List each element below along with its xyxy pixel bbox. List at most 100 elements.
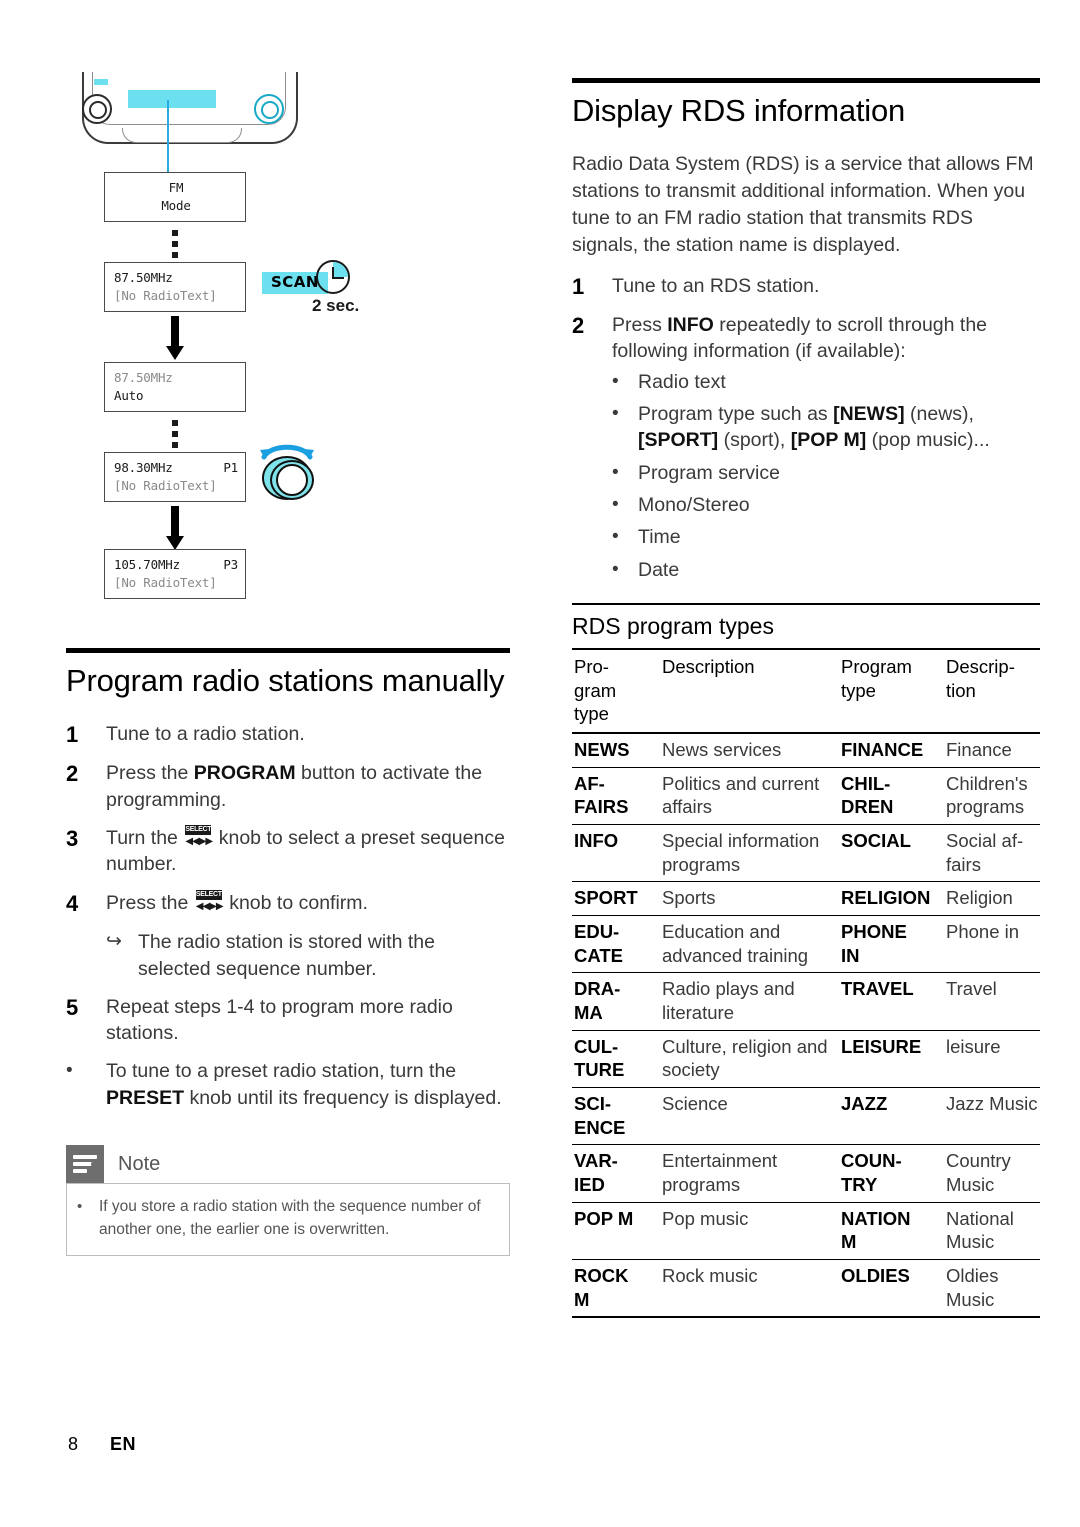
rds-bullet-run: Program service — [638, 461, 780, 484]
device-right-knob — [254, 94, 284, 124]
knob-inner-cap — [276, 464, 308, 496]
flow-arrow-1 — [166, 316, 184, 360]
note-label: Note — [118, 1152, 161, 1175]
program-type-description: News services — [660, 732, 839, 768]
table-row: VAR- IED Entertainment programs COUN- TRY C… — [572, 1144, 1040, 1203]
table-row: INFO Special information programs SOCIAL So… — [572, 824, 1040, 883]
rds-intro-paragraph: Radio Data System (RDS) is a service tha… — [572, 152, 1034, 256]
program-type-description: Travel — [944, 972, 1040, 1031]
rds-step-2-number: 2 — [572, 313, 585, 339]
note-body: • If you store a radio station with the … — [66, 1183, 510, 1257]
table-row: SPORT Sports RELIGION Religion — [572, 881, 1040, 916]
info-button-name: INFO — [667, 314, 714, 337]
bullet-dot-icon: • — [612, 461, 619, 483]
step-3-pre: Turn the — [106, 827, 184, 850]
flow-dots-1 — [171, 230, 179, 263]
lcd-frequency-dim: 87.50MHz — [114, 370, 173, 385]
lcd-row-radiotext-p3: [No RadioText] — [114, 574, 238, 592]
step-5-number: 5 — [66, 994, 79, 1020]
step-3: 3 Turn the SELECT ◀◀▶▶ knob to select a p… — [66, 825, 510, 878]
select-knob-icon-arrows: ◀◀▶▶ — [185, 836, 213, 848]
program-type-code: CHIL- DREN — [839, 767, 944, 825]
program-type-description: Phone in — [944, 915, 1040, 974]
table-header-row: Pro- gram type Description Program type Des… — [572, 647, 1040, 734]
program-type-description: Rock music — [660, 1259, 839, 1319]
step-1-number: 1 — [66, 721, 79, 747]
table-row: ROCK M Rock music OLDIES Oldies Music — [572, 1259, 1040, 1319]
rds-bullet-run: Time — [638, 526, 681, 549]
callout-leader-line — [167, 100, 169, 172]
lcd-frequency-p1: 98.30MHz — [114, 460, 173, 475]
table-body: NEWS News services FINANCE Finance AF- FAIRS… — [572, 732, 1040, 1319]
page-footer: 8 EN — [68, 1434, 136, 1455]
lcd-preset-p1: P1 — [223, 460, 238, 475]
lcd-row-radiotext: [No RadioText] — [114, 287, 238, 305]
rds-info-bullet: • Mono/Stereo — [572, 492, 1040, 518]
program-type-code: RELIGION — [839, 881, 944, 916]
lcd-screen-preset-p3: 105.70MHz P3 [No RadioText] — [104, 549, 246, 599]
select-knob-icon: SELECT ◀◀▶▶ — [185, 825, 213, 848]
table-row: CUL- TURE Culture, religion and society LE… — [572, 1030, 1040, 1088]
step-2: 2 Press the PROGRAM button to activate t… — [66, 760, 510, 813]
rds-table-block: RDS program types Pro- gram type Descript… — [572, 602, 1040, 1319]
step-5-text: Repeat steps 1-4 to program more radio s… — [106, 995, 453, 1045]
lcd-screen-preset-p1: 98.30MHz P1 [No RadioText] — [104, 452, 246, 502]
note-text: If you store a radio station with the se… — [99, 1198, 481, 1238]
lcd-preset-p3: P3 — [223, 557, 238, 572]
rds-bullet-run: (pop music)... — [866, 429, 990, 452]
rds-info-bullet: • Time — [572, 524, 1040, 550]
step-4-result: ↪ The radio station is stored with the s… — [106, 929, 510, 982]
lcd-radiotext-p3: [No RadioText] — [114, 575, 217, 591]
program-type-code: NEWS — [572, 732, 660, 768]
rds-step-2-text: Press INFO repeatedly to scroll through … — [612, 312, 1040, 365]
step-4: 4 Press the SELECT ◀◀▶▶ knob to confirm. — [66, 889, 510, 918]
program-type-code: EDU- CATE — [572, 915, 660, 974]
rds-info-bullet: • Date — [572, 557, 1040, 583]
lcd-row-frequency: 87.50MHz — [114, 269, 238, 287]
select-knob-icon-label: SELECT — [185, 825, 212, 836]
program-type-code: LEISURE — [839, 1030, 944, 1088]
lcd-screen-fm-mode: FM Mode — [104, 172, 246, 222]
rds-program-type-code: [NEWS] — [833, 403, 905, 426]
lcd-auto-label: Auto — [114, 388, 144, 404]
rds-info-bullet-list: • Radio text • Program type such as [NEWS] … — [572, 369, 1040, 583]
flow-arrow-2 — [166, 506, 184, 550]
bullet-dot-icon: • — [612, 558, 619, 580]
lcd-screen-auto: 87.50MHz Auto — [104, 362, 246, 412]
lcd-radiotext-p1: [No RadioText] — [114, 478, 217, 494]
rds-section-rule — [572, 78, 1040, 83]
device-bottom-shape — [122, 128, 242, 143]
rds-step-1-text: Tune to an RDS station. — [612, 274, 820, 297]
rds-info-bullet: • Program type such as [NEWS] (news), [SP… — [572, 401, 1040, 454]
rds-program-type-code: [SPORT] — [638, 429, 719, 452]
step-4-post: knob to confirm. — [223, 891, 368, 914]
page-title-rds: Display RDS information — [572, 93, 906, 128]
program-type-description: National Music — [944, 1202, 1040, 1261]
device-display-screen — [128, 90, 216, 108]
step-4-text: Press the SELECT ◀◀▶▶ knob to confirm. — [106, 889, 510, 918]
program-type-code: POP M — [572, 1202, 660, 1261]
program-type-description: Radio plays and literature — [660, 972, 839, 1031]
page-title-program-stations: Program radio stations manually — [66, 663, 505, 698]
preset-knob-name: PRESET — [106, 1086, 185, 1109]
rds-bullet-run: Program type such as — [638, 403, 834, 426]
rds-info-bullet-text: Program service — [638, 460, 1040, 486]
preset-pre: To tune to a preset radio station, turn … — [106, 1060, 457, 1083]
program-type-code: VAR- IED — [572, 1144, 660, 1203]
program-type-code: OLDIES — [839, 1259, 944, 1319]
program-type-description: Social af-fairs — [944, 824, 1040, 883]
rds-program-type-code: [POP M] — [790, 429, 867, 452]
lcd-line-1: FM — [168, 180, 184, 195]
lcd-radiotext: [No RadioText] — [114, 288, 217, 304]
page-language: EN — [110, 1434, 137, 1454]
rds-info-bullet-text: Radio text — [638, 369, 1040, 395]
rds-info-bullet-text: Mono/Stereo — [638, 492, 1040, 518]
step-1-text: Tune to a radio station. — [106, 722, 305, 745]
preset-post: knob until its frequency is displayed. — [184, 1086, 502, 1109]
rds-table-title: RDS program types — [572, 612, 774, 639]
rds-bullet-run: Radio text — [638, 370, 726, 393]
table-row: NEWS News services FINANCE Finance — [572, 732, 1040, 768]
program-type-code: SOCIAL — [839, 824, 944, 883]
step-3-text: Turn the SELECT ◀◀▶▶ knob to select a pre… — [106, 825, 510, 878]
preset-tune-text: To tune to a preset radio station, turn … — [106, 1058, 510, 1111]
